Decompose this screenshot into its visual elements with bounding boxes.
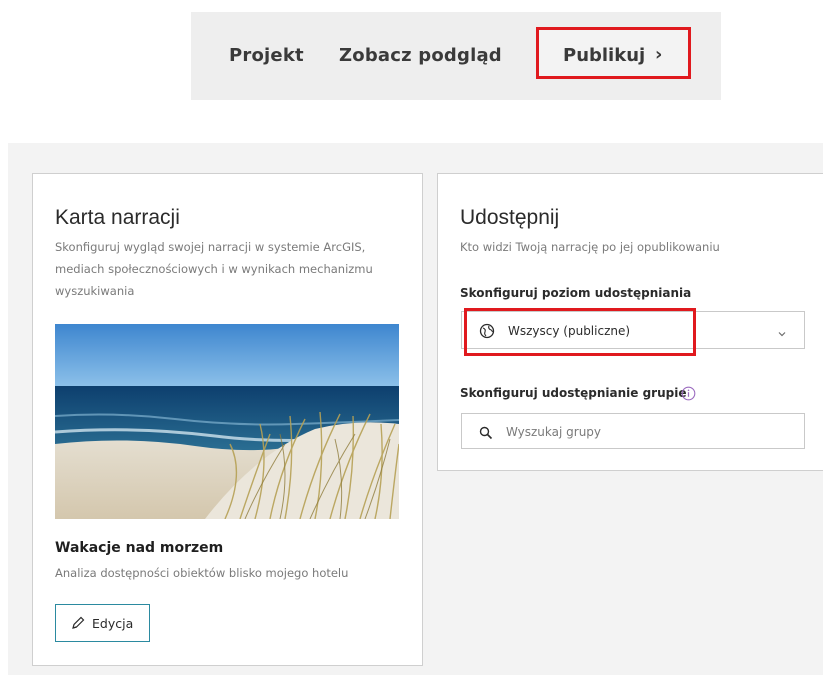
chevron-right-icon: › bbox=[655, 44, 663, 65]
publish-label: Publikuj bbox=[563, 45, 646, 66]
pencil-icon bbox=[70, 615, 86, 635]
chevron-down-icon bbox=[776, 325, 788, 344]
top-navigation-bar: Projekt Zobacz podgląd Publikuj › bbox=[191, 12, 721, 100]
story-card-title: Karta narracji bbox=[55, 206, 180, 229]
globe-icon bbox=[479, 323, 495, 343]
group-search-input[interactable] bbox=[506, 422, 786, 442]
sharing-level-select[interactable]: Wszyscy (publiczne) bbox=[461, 311, 805, 349]
search-icon bbox=[479, 425, 493, 444]
info-icon[interactable] bbox=[681, 386, 696, 405]
share-card-title: Udostępnij bbox=[460, 206, 560, 229]
beach-dunes-photo bbox=[55, 324, 399, 519]
publish-panel: Karta narracji Skonfiguruj wygląd swojej… bbox=[8, 143, 823, 675]
page: Projekt Zobacz podgląd Publikuj › Karta … bbox=[0, 0, 823, 675]
share-card: Udostępnij Kto widzi Twoją narrację po j… bbox=[437, 173, 823, 471]
story-card: Karta narracji Skonfiguruj wygląd swojej… bbox=[32, 173, 423, 666]
group-search-field bbox=[461, 413, 805, 449]
publish-button[interactable]: Publikuj › bbox=[536, 27, 691, 79]
sharing-level-label: Skonfiguruj poziom udostępniania bbox=[460, 286, 692, 300]
story-card-description: Skonfiguruj wygląd swojej narracji w sys… bbox=[55, 240, 373, 298]
sharing-level-value: Wszyscy (publiczne) bbox=[508, 324, 631, 338]
nav-preview[interactable]: Zobacz podgląd bbox=[339, 45, 502, 66]
share-card-description: Kto widzi Twoją narrację po jej opubliko… bbox=[460, 240, 720, 254]
group-sharing-label: Skonfiguruj udostępnianie grupie bbox=[460, 386, 687, 400]
edit-button-label: Edycja bbox=[92, 616, 134, 631]
edit-button[interactable]: Edycja bbox=[55, 604, 150, 642]
nav-projekt[interactable]: Projekt bbox=[229, 45, 304, 66]
story-title: Wakacje nad morzem bbox=[55, 540, 224, 556]
story-subtitle: Analiza dostępności obiektów blisko moje… bbox=[55, 566, 349, 580]
